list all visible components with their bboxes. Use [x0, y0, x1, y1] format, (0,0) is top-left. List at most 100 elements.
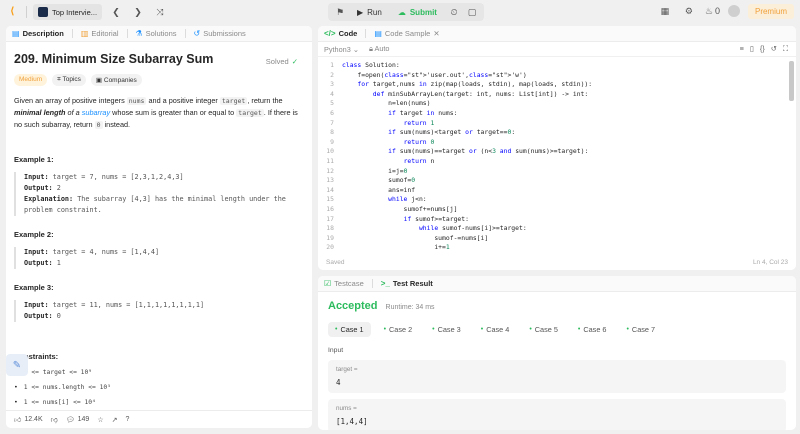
- scrollbar[interactable]: [789, 61, 794, 101]
- comment-icon: 💬︎: [65, 416, 75, 424]
- case-tab[interactable]: • Case 6: [571, 322, 614, 337]
- example-box: Input: target = 7, nums = [2,3,1,2,4,3] …: [14, 172, 304, 216]
- bookmark-icon[interactable]: ▯: [750, 44, 754, 54]
- premium-button[interactable]: Premium: [747, 3, 794, 19]
- check-circle-icon: ✓: [291, 57, 298, 66]
- format-icon[interactable]: ≡: [740, 44, 744, 54]
- tab-test-result[interactable]: >_ Test Result: [381, 279, 433, 288]
- code-line: 19 sumof-=nums[i]: [318, 234, 796, 244]
- code-editor[interactable]: 1 class Solution: 2 f=open(class="st">'use…: [318, 57, 796, 254]
- braces-icon[interactable]: {}: [760, 44, 765, 54]
- tab-code[interactable]: </> Code: [324, 29, 357, 38]
- dot-icon: •: [383, 326, 387, 333]
- auto-toggle[interactable]: 🔒︎ Auto: [369, 44, 390, 54]
- dislike-button[interactable]: 👎︎: [51, 415, 58, 424]
- code-text: if sumof>=target:: [403, 214, 469, 223]
- solved-status: Solved ✓: [265, 57, 298, 66]
- tab-editorial[interactable]: ▥ Editorial: [81, 29, 119, 38]
- code-text: return 0: [403, 137, 435, 146]
- code-text: sumof=0: [342, 176, 416, 185]
- tab-solutions[interactable]: ⚗ Solutions: [136, 29, 177, 38]
- gear-icon[interactable]: ⚙: [681, 3, 697, 19]
- editor-status-bar: Saved Ln 4, Col 23: [318, 254, 796, 270]
- dot-icon: •: [577, 326, 581, 333]
- problem-statement: Given an array of positive integers nums…: [14, 96, 298, 129]
- case-tab[interactable]: • Case 1: [328, 322, 371, 337]
- top-bar: ⟨ Top Intervie... ❮ ❯ ⤨ ⚑ ▶ Run ☁ Submit ⏲…: [0, 0, 800, 24]
- like-button[interactable]: 👍︎ 12.4K: [14, 415, 43, 424]
- example-box: Input: target = 4, nums = [1,4,4] Output…: [14, 247, 304, 269]
- shuffle-icon[interactable]: ⤨: [152, 4, 168, 20]
- input-field: target = 4: [328, 360, 786, 393]
- debug-icon[interactable]: ⚑: [332, 4, 348, 20]
- result-status: Accepted: [328, 300, 378, 312]
- code-line: 17 if sumof>=target:: [318, 215, 796, 225]
- code-text: sumof-=nums[i]: [342, 233, 489, 242]
- notes-icon[interactable]: ▢: [464, 4, 480, 20]
- test-tabs: ☑ Testcase >_ Test Result: [318, 276, 796, 292]
- layout-grid-icon[interactable]: ▦: [657, 3, 673, 19]
- avatar[interactable]: [727, 5, 740, 17]
- case-tab[interactable]: • Case 3: [425, 322, 468, 337]
- book-icon: ▥: [80, 29, 89, 38]
- divider: [71, 29, 73, 38]
- code-line: 8 if sum(nums)<target or target==0:: [318, 128, 796, 138]
- input-label: Input: [328, 347, 344, 354]
- description-panel: ▤ Description ▥ Editorial ⚗ Solutions ↺ Subm…: [6, 26, 312, 428]
- favorite-button[interactable]: ☆: [97, 416, 103, 424]
- tab-testcase[interactable]: ☑ Testcase: [324, 279, 364, 288]
- topics-button[interactable]: ⌗ Topics: [52, 74, 86, 86]
- input-field: nums = [1,4,4]: [328, 399, 786, 430]
- code-line: 18 while sumof-nums[i]>=target:: [318, 224, 796, 234]
- code-text: while sumof-nums[i]>=target:: [418, 224, 527, 233]
- line-number: 4: [330, 89, 334, 98]
- field-name: nums =: [336, 405, 357, 412]
- code-text: for target,nums in zip(map(loads, stdin)…: [357, 80, 593, 89]
- chevron-right-icon[interactable]: ❯: [130, 4, 146, 20]
- example-heading: Example 3:: [14, 283, 54, 292]
- tab-code-sample[interactable]: ▤ Code Sample ✕: [374, 29, 439, 38]
- code-line: 12 i=j=0: [318, 167, 796, 177]
- fullscreen-icon[interactable]: ⛶: [783, 44, 788, 54]
- code-text: class Solution:: [342, 61, 400, 69]
- reset-icon[interactable]: ↺: [771, 44, 777, 54]
- divider: [365, 29, 367, 38]
- code-text: return 1: [403, 118, 435, 127]
- leetcode-logo[interactable]: ⟨: [10, 7, 20, 17]
- dot-icon: •: [626, 326, 629, 333]
- tab-description[interactable]: ▤ Description: [12, 29, 64, 38]
- line-number: 9: [330, 137, 334, 146]
- streak-count: 0: [714, 6, 720, 16]
- code-text: sumof+=nums[j]: [342, 204, 458, 213]
- code-text: n=len(nums): [342, 99, 431, 108]
- help-button[interactable]: ?: [125, 416, 129, 423]
- subarray-link[interactable]: subarray: [82, 108, 110, 117]
- share-button[interactable]: ↗: [112, 416, 118, 424]
- tab-submissions[interactable]: ↺ Submissions: [194, 29, 246, 38]
- thumbs-down-icon: 👎︎: [50, 417, 58, 424]
- language-select[interactable]: Python3 ⌄: [324, 45, 359, 54]
- description-content: 209. Minimum Size Subarray Sum Solved ✓ M…: [6, 42, 312, 428]
- code-line: 9 return 0: [318, 138, 796, 148]
- code-line: 14 ans=inf: [318, 186, 796, 196]
- checkbox-icon: ☑: [324, 279, 332, 288]
- timer-icon[interactable]: ⏲: [446, 4, 462, 20]
- run-button[interactable]: ▶ Run: [350, 3, 389, 21]
- close-icon[interactable]: ✕: [433, 29, 439, 38]
- code-line: 13 sumof=0: [318, 176, 796, 186]
- comments-button[interactable]: 💬︎ 149: [66, 416, 90, 424]
- companies-button[interactable]: ▣ Companies: [90, 74, 142, 86]
- case-tab[interactable]: • Case 4: [474, 322, 517, 337]
- cursor-position: Ln 4, Col 23: [752, 258, 788, 266]
- case-tab[interactable]: • Case 2: [377, 322, 420, 337]
- submit-button[interactable]: ☁ Submit: [391, 3, 444, 21]
- code-text: if target in nums:: [388, 108, 458, 117]
- problem-list-button[interactable]: Top Intervie...: [33, 4, 103, 20]
- fire-icon[interactable]: ♨ 0: [705, 3, 720, 19]
- code-text: while j<n:: [388, 195, 427, 204]
- note-edit-icon[interactable]: ✎: [6, 354, 28, 376]
- chevron-left-icon[interactable]: ❮: [108, 4, 124, 20]
- code-line: 1 class Solution:: [318, 61, 796, 71]
- case-tab[interactable]: • Case 7: [619, 322, 662, 337]
- case-tab[interactable]: • Case 5: [522, 322, 565, 337]
